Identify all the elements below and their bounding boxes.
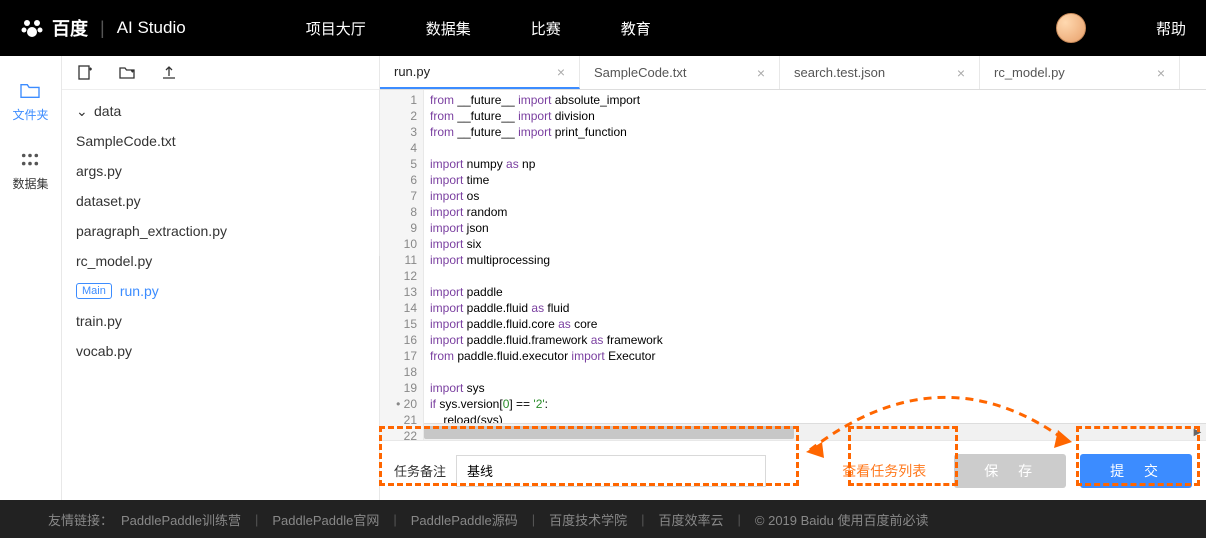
dataset-icon — [19, 151, 41, 169]
footer-link[interactable]: PaddlePaddle官网 — [272, 510, 379, 529]
new-folder-icon[interactable] — [118, 64, 136, 82]
footer-copyright: © 2019 Baidu 使用百度前必读 — [755, 510, 929, 529]
footer-link[interactable]: 百度技术学院 — [549, 510, 627, 529]
task-bar: 任务备注 查看任务列表 保 存 提 交 — [380, 440, 1206, 500]
view-task-list-link[interactable]: 查看任务列表 — [842, 461, 926, 481]
nav-datasets[interactable]: 数据集 — [426, 18, 471, 39]
editor-tab[interactable]: rc_model.py× — [980, 56, 1180, 89]
close-icon[interactable]: × — [757, 65, 765, 81]
logo-text: 百度 — [52, 15, 88, 41]
baidu-paw-icon — [20, 16, 44, 40]
footer-link[interactable]: PaddlePaddle训练营 — [121, 510, 241, 529]
upload-icon[interactable] — [160, 64, 178, 82]
footer: 友情链接： PaddlePaddle训练营| PaddlePaddle官网| P… — [0, 500, 1206, 538]
code-editor[interactable]: 12345678910111213141516171819• 202122232… — [380, 90, 1206, 500]
tree-file[interactable]: train.py — [62, 306, 379, 336]
footer-prefix: 友情链接： — [48, 510, 113, 529]
task-input[interactable] — [456, 455, 766, 487]
sidebar-files[interactable]: 文件夹 — [12, 82, 48, 123]
footer-link[interactable]: 百度效率云 — [659, 510, 724, 529]
close-icon[interactable]: × — [957, 65, 965, 81]
editor-tab[interactable]: run.py× — [380, 56, 580, 89]
tree-folder-data[interactable]: ⌄data — [62, 96, 379, 126]
editor-tab[interactable]: SampleCode.txt× — [580, 56, 780, 89]
help-link[interactable]: 帮助 — [1156, 18, 1186, 39]
tree-file[interactable]: SampleCode.txt — [62, 126, 379, 156]
nav-projects[interactable]: 项目大厅 — [306, 18, 366, 39]
save-button[interactable]: 保 存 — [954, 454, 1066, 488]
logo[interactable]: 百度 | AI Studio — [20, 15, 186, 41]
editor-area: ◀ run.py×SampleCode.txt×search.test.json… — [380, 56, 1206, 500]
main-badge: Main — [76, 283, 112, 299]
folder-icon — [19, 82, 41, 100]
tree-file[interactable]: dataset.py — [62, 186, 379, 216]
scroll-thumb[interactable] — [424, 426, 794, 439]
file-tree: ⌄data SampleCode.txt args.py dataset.py … — [62, 90, 379, 372]
tree-file[interactable]: rc_model.py — [62, 246, 379, 276]
close-icon[interactable]: × — [1157, 65, 1165, 81]
nav-competitions[interactable]: 比赛 — [531, 18, 561, 39]
logo-subtitle: AI Studio — [117, 18, 186, 38]
submit-button[interactable]: 提 交 — [1080, 454, 1192, 488]
editor-tabs: run.py×SampleCode.txt×search.test.json×r… — [380, 56, 1206, 90]
tree-file[interactable]: vocab.py — [62, 336, 379, 366]
top-nav: 百度 | AI Studio 项目大厅 数据集 比赛 教育 帮助 — [0, 0, 1206, 56]
task-label: 任务备注 — [394, 461, 446, 480]
footer-link[interactable]: PaddlePaddle源码 — [411, 510, 518, 529]
tree-file[interactable]: paragraph_extraction.py — [62, 216, 379, 246]
left-sidebar: 文件夹 数据集 — [0, 56, 62, 500]
line-gutter: 12345678910111213141516171819• 202122232… — [380, 90, 424, 500]
file-toolbar — [62, 56, 379, 90]
close-icon[interactable]: × — [557, 64, 565, 80]
main-nav: 项目大厅 数据集 比赛 教育 — [306, 18, 651, 39]
tree-file-active[interactable]: Mainrun.py — [62, 276, 379, 306]
tree-file[interactable]: args.py — [62, 156, 379, 186]
scroll-right-icon[interactable]: ▶ — [1189, 424, 1206, 441]
horizontal-scrollbar[interactable]: ◀ ▶ — [424, 423, 1206, 440]
editor-tab[interactable]: search.test.json× — [780, 56, 980, 89]
file-panel: ⌄data SampleCode.txt args.py dataset.py … — [62, 56, 380, 500]
sidebar-datasets[interactable]: 数据集 — [12, 151, 48, 192]
chevron-down-icon: ⌄ — [76, 103, 86, 120]
avatar[interactable] — [1056, 13, 1086, 43]
new-file-icon[interactable] — [76, 64, 94, 82]
nav-education[interactable]: 教育 — [621, 18, 651, 39]
